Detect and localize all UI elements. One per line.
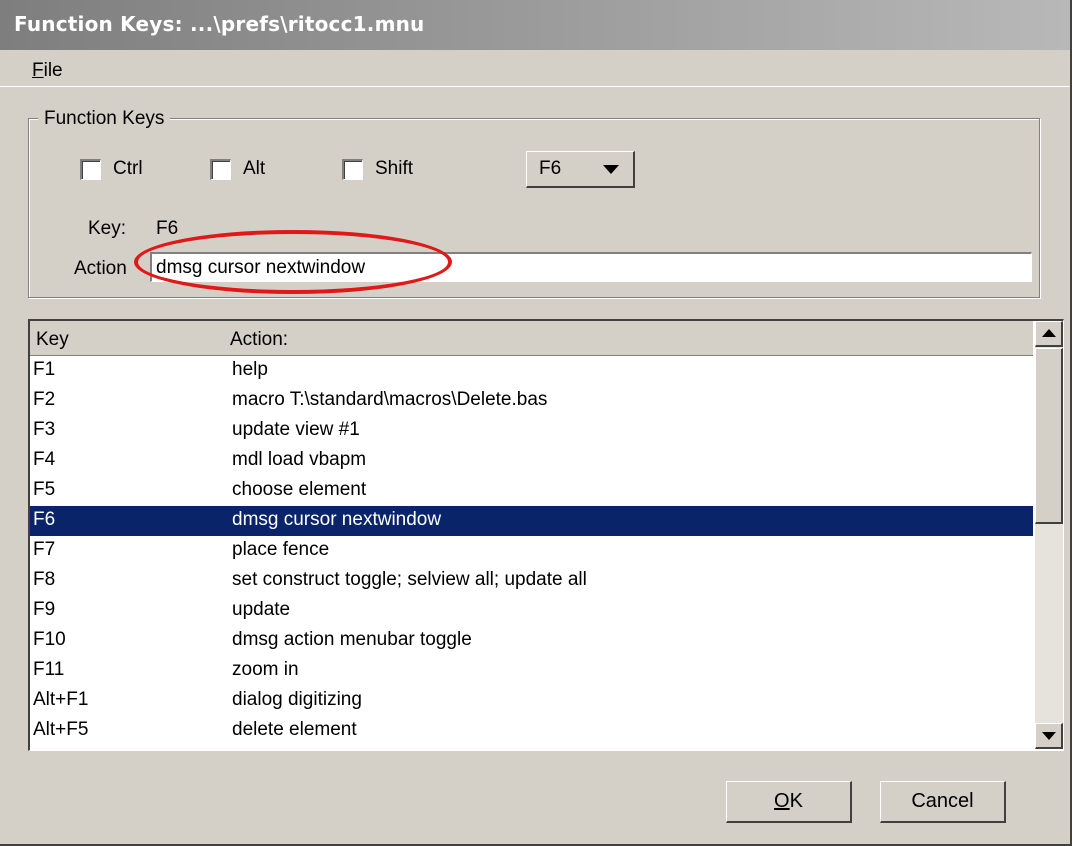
shift-checkbox-box[interactable]	[342, 158, 363, 180]
alt-checkbox-box[interactable]	[210, 158, 231, 180]
key-label: Key:	[88, 218, 127, 239]
list-item[interactable]: Alt+F5 delete element	[30, 716, 1033, 746]
row-key: F3	[33, 419, 56, 440]
row-action: zoom in	[232, 659, 299, 680]
ok-rest: K	[789, 790, 803, 812]
row-key: F1	[33, 359, 56, 380]
row-key: F6	[33, 509, 56, 530]
list-item[interactable]: F10 dmsg action menubar toggle	[30, 626, 1033, 656]
list-item[interactable]: Alt+F1 dialog digitizing	[30, 686, 1033, 716]
row-key: F10	[33, 629, 66, 650]
list-item[interactable]: F5 choose element	[30, 476, 1033, 506]
cancel-button[interactable]: Cancel	[880, 781, 1006, 823]
list-header: Key Action:	[30, 321, 1033, 356]
list-item[interactable]: F7 place fence	[30, 536, 1033, 566]
window-title: Function Keys: ...\prefs\ritocc1.mnu	[14, 12, 425, 36]
row-key: F7	[33, 539, 56, 560]
title-bar[interactable]: Function Keys: ...\prefs\ritocc1.mnu	[0, 0, 1070, 50]
menu-file-mnemonic: F	[32, 60, 44, 81]
row-action: update view #1	[232, 419, 360, 440]
function-keys-dialog: Function Keys: ...\prefs\ritocc1.mnu Fil…	[0, 0, 1072, 846]
row-action: delete element	[232, 719, 357, 740]
list-item[interactable]: F11 zoom in	[30, 656, 1033, 686]
list-item[interactable]: F1 help	[30, 356, 1033, 386]
ctrl-checkbox-label: Ctrl	[113, 158, 143, 179]
column-header-key[interactable]: Key	[36, 329, 69, 351]
key-value: F6	[156, 218, 179, 239]
row-action: help	[232, 359, 268, 380]
function-key-dropdown-value: F6	[539, 158, 562, 179]
list-item[interactable]: F8 set construct toggle; selview all; upd…	[30, 566, 1033, 596]
ctrl-checkbox[interactable]: Ctrl	[80, 156, 143, 182]
row-action: update	[232, 599, 291, 620]
row-key: F8	[33, 569, 56, 590]
menu-file-rest: ile	[43, 60, 63, 81]
action-label: Action	[74, 258, 127, 279]
row-key: F4	[33, 449, 56, 470]
arrow-up-icon	[1042, 329, 1056, 337]
ok-mnemonic: O	[774, 790, 790, 812]
list-item[interactable]: F4 mdl load vbapm	[30, 446, 1033, 476]
menu-file[interactable]: File	[32, 60, 63, 82]
ok-button[interactable]: OK	[726, 781, 852, 823]
row-key: F2	[33, 389, 56, 410]
alt-checkbox[interactable]: Alt	[210, 156, 265, 182]
list-rows: F1 help F2 macro T:\standard\macros\Delete…	[30, 356, 1033, 746]
vertical-scrollbar[interactable]	[1035, 321, 1063, 749]
function-key-dropdown[interactable]: F6	[526, 151, 635, 188]
row-key: Alt+F1	[33, 689, 89, 710]
list-item[interactable]: F3 update view #1	[30, 416, 1033, 446]
row-action: dmsg action menubar toggle	[232, 629, 472, 650]
row-action: choose element	[232, 479, 367, 500]
arrow-down-icon	[1042, 732, 1056, 740]
row-key: F5	[33, 479, 56, 500]
row-key: F9	[33, 599, 56, 620]
shift-checkbox[interactable]: Shift	[342, 156, 413, 182]
list-item[interactable]: F9 update	[30, 596, 1033, 626]
row-action: macro T:\standard\macros\Delete.bas	[232, 389, 548, 410]
group-legend: Function Keys	[38, 108, 171, 130]
row-action: dialog digitizing	[232, 689, 362, 710]
scroll-down-button[interactable]	[1035, 723, 1063, 749]
scroll-up-button[interactable]	[1035, 321, 1063, 347]
key-action-list[interactable]: Key Action: F1 help F2 macro T:\standard\m…	[28, 319, 1064, 751]
chevron-down-icon[interactable]	[603, 165, 619, 174]
row-action: dmsg cursor nextwindow	[232, 509, 442, 530]
row-key: F11	[33, 659, 65, 680]
shift-checkbox-label: Shift	[375, 158, 414, 179]
row-action: set construct toggle; selview all; updat…	[232, 569, 587, 590]
ctrl-checkbox-box[interactable]	[80, 158, 101, 180]
action-input[interactable]	[150, 252, 1032, 282]
column-header-action[interactable]: Action:	[230, 329, 288, 351]
row-action: place fence	[232, 539, 330, 560]
row-key: Alt+F5	[33, 719, 89, 740]
list-item-selected[interactable]: F6 dmsg cursor nextwindow	[30, 506, 1033, 536]
list-item[interactable]: F2 macro T:\standard\macros\Delete.bas	[30, 386, 1033, 416]
alt-checkbox-label: Alt	[243, 158, 266, 179]
menu-bar: File	[0, 52, 1070, 87]
row-action: mdl load vbapm	[232, 449, 367, 470]
scroll-thumb[interactable]	[1035, 348, 1063, 524]
